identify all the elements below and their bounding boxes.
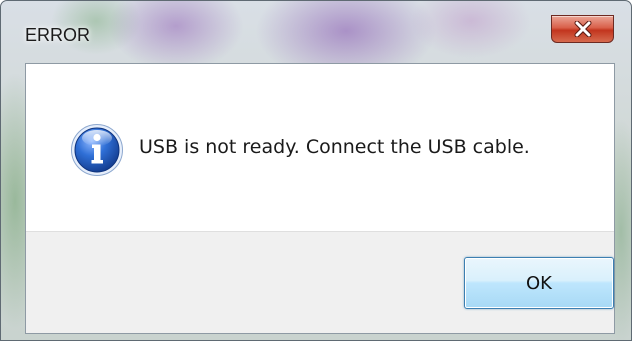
error-message: USB is not ready. Connect the USB cable. — [139, 136, 530, 158]
ok-button[interactable]: OK — [464, 257, 614, 309]
button-bar: OK — [26, 231, 614, 333]
window-title: ERROR — [25, 25, 91, 45]
close-button[interactable] — [551, 15, 614, 43]
info-icon — [71, 124, 123, 176]
close-x-icon — [574, 21, 591, 37]
dialog-client-area: USB is not ready. Connect the USB cable.… — [25, 63, 615, 334]
dialog-window: ERROR USB is not ready. Connect the USB … — [0, 0, 632, 341]
message-area: USB is not ready. Connect the USB cable. — [26, 64, 614, 231]
